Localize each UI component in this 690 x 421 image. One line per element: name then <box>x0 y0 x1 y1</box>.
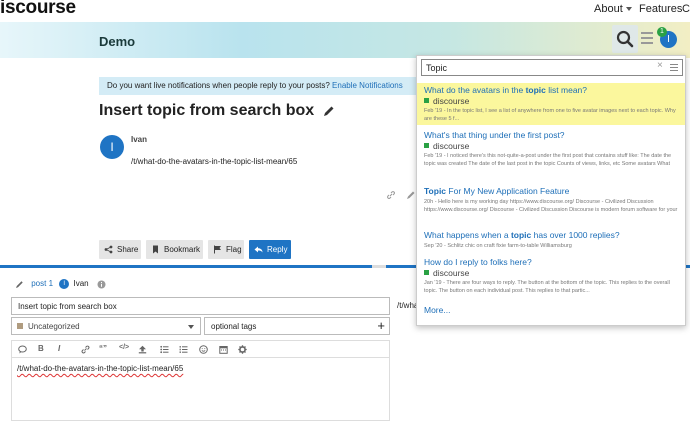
share-button[interactable]: Share <box>99 240 141 259</box>
notification-banner: Do you want live notifications when peop… <box>99 77 417 95</box>
flag-icon <box>214 245 221 254</box>
pencil-icon[interactable] <box>406 190 416 200</box>
editor-text: /t/what-do-the-avatars-in-the-topic-list… <box>17 364 184 373</box>
site-header: iscourse About Features Co <box>0 0 690 22</box>
code-button[interactable]: </> <box>119 344 129 351</box>
forum-header: Demo I 1 <box>0 22 690 58</box>
search-result[interactable]: How do I reply to folks here? discourse … <box>417 255 685 297</box>
reply-label: Reply <box>267 245 288 254</box>
bold-button[interactable]: B <box>38 344 44 353</box>
plus-icon[interactable]: + <box>377 318 385 334</box>
notification-badge: 1 <box>657 27 667 37</box>
composer-post-link[interactable]: post 1 <box>31 279 53 288</box>
category-badge <box>424 143 429 148</box>
search-result-category: discourse <box>424 141 678 152</box>
chevron-down-icon <box>188 325 194 329</box>
search-result-blurb: 20h - Hello here is my working day https… <box>424 199 678 213</box>
quote-button[interactable]: “” <box>99 344 107 353</box>
search-result-blurb: Jan '19 - There are four ways to reply. … <box>424 280 670 294</box>
flag-button[interactable]: Flag <box>208 240 244 259</box>
editor-toolbar: B I “” </> <box>11 340 390 357</box>
flag-label: Flag <box>226 245 242 254</box>
speech-bubble-icon[interactable] <box>18 345 27 354</box>
nav-more[interactable]: Co <box>682 3 690 15</box>
more-results-link[interactable]: More... <box>424 305 450 315</box>
post-avatar[interactable]: I <box>100 135 124 159</box>
category-select[interactable]: Uncategorized <box>11 317 201 335</box>
emoji-icon[interactable] <box>199 345 208 354</box>
hamburger-menu-button[interactable] <box>641 32 653 47</box>
forum-title[interactable]: Demo <box>99 34 135 49</box>
topic-title-input[interactable]: Insert topic from search box <box>11 297 390 315</box>
tags-input[interactable]: optional tags + <box>204 317 390 335</box>
search-result-title: What's that thing under the first post? <box>424 130 565 140</box>
bookmark-button[interactable]: Bookmark <box>146 240 203 259</box>
gear-icon[interactable] <box>238 345 247 354</box>
search-result-title: What happens when a topic has over 1000 … <box>424 230 620 240</box>
topic-title-text: Insert topic from search box <box>99 102 315 119</box>
nav-about[interactable]: About <box>594 3 632 15</box>
enable-notifications-link[interactable]: Enable Notifications <box>332 81 403 90</box>
chevron-down-icon <box>625 7 632 12</box>
category-color-swatch <box>17 323 23 329</box>
search-options-button[interactable] <box>670 64 678 73</box>
link-icon[interactable] <box>81 345 90 354</box>
pencil-icon <box>16 280 23 288</box>
nav-features[interactable]: Features <box>639 3 682 15</box>
composer-reply-context: post 1 I Ivan <box>15 279 106 289</box>
reply-icon <box>254 246 263 253</box>
category-select-value: Uncategorized <box>28 322 80 331</box>
pencil-icon[interactable] <box>323 105 335 117</box>
composer-grip-handle[interactable] <box>372 265 386 268</box>
search-result-blurb: Feb '19 - In the topic list, I see a lis… <box>424 108 676 122</box>
post-username[interactable]: Ivan <box>131 135 147 144</box>
search-result-title: How do I reply to folks here? <box>424 257 532 267</box>
search-result-title: What do the avatars in the topic list me… <box>424 85 588 95</box>
calendar-icon[interactable] <box>219 345 228 354</box>
search-icon <box>616 30 634 48</box>
share-label: Share <box>117 245 139 254</box>
composer-editor[interactable]: /t/what-do-the-avatars-in-the-topic-list… <box>11 357 390 421</box>
search-result[interactable]: What happens when a topic has over 1000 … <box>417 228 685 252</box>
search-result-category: discourse <box>424 96 678 107</box>
numbered-list-icon[interactable] <box>179 345 188 354</box>
tags-placeholder: optional tags <box>211 322 257 331</box>
share-icon <box>104 245 113 254</box>
search-result-category: discourse <box>424 268 678 279</box>
info-icon[interactable] <box>97 280 106 289</box>
search-result-blurb: Sep '20 - Schlitz chic on craft fixie fa… <box>424 243 572 249</box>
upload-icon[interactable] <box>138 345 147 354</box>
search-result[interactable]: What do the avatars in the topic list me… <box>417 83 685 125</box>
site-logo[interactable]: iscourse <box>0 0 76 19</box>
banner-text: Do you want live notifications when peop… <box>107 81 330 90</box>
bookmark-icon <box>153 245 158 254</box>
bulleted-list-icon[interactable] <box>160 345 169 354</box>
reply-button[interactable]: Reply <box>249 240 291 259</box>
link-icon[interactable] <box>386 190 396 200</box>
topic-title: Insert topic from search box <box>99 102 335 120</box>
search-result-title: Topic For My New Application Feature <box>424 186 570 196</box>
search-result[interactable]: Topic For My New Application Feature 20h… <box>417 184 685 216</box>
clear-search-button[interactable]: × <box>657 60 663 71</box>
italic-button[interactable]: I <box>58 344 60 353</box>
search-input[interactable]: Topic <box>421 59 683 76</box>
category-badge <box>424 98 429 103</box>
search-button[interactable] <box>612 25 638 53</box>
search-result-blurb: Feb '19 - I noticed there's this not-qui… <box>424 153 672 167</box>
category-badge <box>424 270 429 275</box>
composer-username[interactable]: Ivan <box>74 279 89 288</box>
composer-user-avatar[interactable]: I <box>59 279 70 289</box>
search-result[interactable]: What's that thing under the first post? … <box>417 128 685 170</box>
post-body: /t/what-do-the-avatars-in-the-topic-list… <box>131 157 298 166</box>
search-dropdown: Topic × What do the avatars in the topic… <box>416 55 686 326</box>
bookmark-label: Bookmark <box>164 245 201 254</box>
